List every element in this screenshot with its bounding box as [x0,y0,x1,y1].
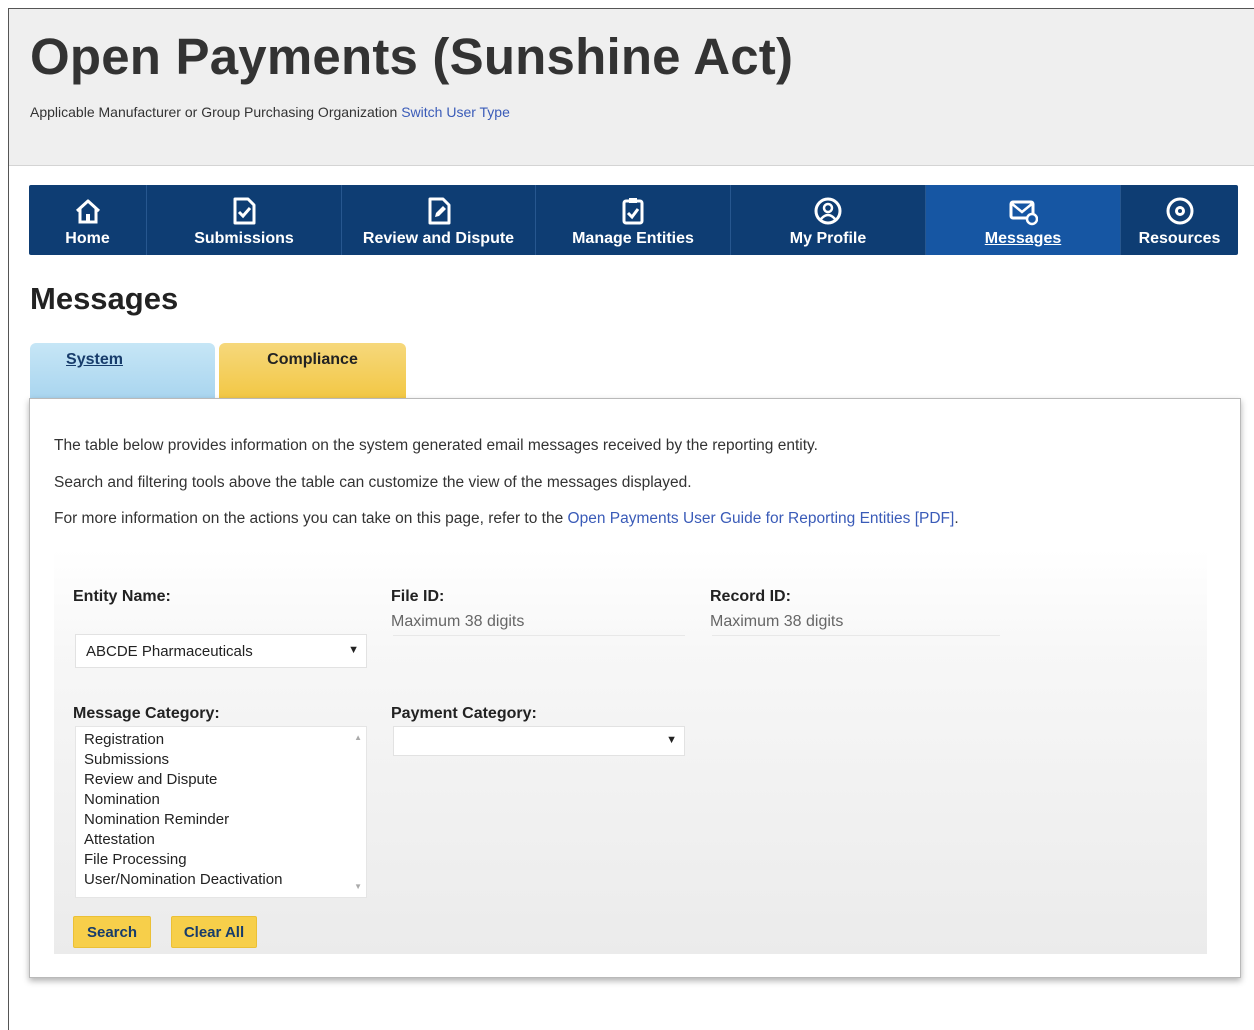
intro-line-2: Search and filtering tools above the tab… [54,474,692,491]
nav-label-manage-entities: Manage Entities [572,230,694,247]
entity-name-label: Entity Name: [73,588,171,605]
message-category-option[interactable]: File Processing [84,850,366,870]
nav-label-my-profile: My Profile [789,230,867,247]
nav-item-resources[interactable]: Resources [1121,185,1238,255]
nav-item-submissions[interactable]: Submissions [147,185,342,255]
nav-label-review-and-dispute: Review and Dispute [362,230,515,247]
user-type-line: Applicable Manufacturer or Group Purchas… [30,104,510,120]
tab-system[interactable]: System [30,343,215,399]
app-title: Open Payments (Sunshine Act) [30,28,794,85]
clipboard-check-icon [618,196,648,226]
record-id-hint: Maximum 38 digits [710,613,844,630]
nav-label-submissions: Submissions [194,230,294,247]
document-check-icon [229,196,259,226]
nav-item-review-and-dispute[interactable]: Review and Dispute [342,185,536,255]
intro-line-3-prefix: For more information on the actions you … [54,510,564,527]
message-category-listbox[interactable]: Registration Submissions Review and Disp… [75,726,367,898]
file-id-label: File ID: [391,588,445,605]
entity-name-select[interactable]: ABCDE Pharmaceuticals ▼ [75,634,367,668]
entity-name-value: ABCDE Pharmaceuticals [86,643,253,660]
message-category-option[interactable]: Nomination [84,790,366,810]
tab-system-label: System [66,351,123,368]
nav-label-resources: Resources [1138,230,1221,247]
search-button[interactable]: Search [73,916,151,948]
nav-item-my-profile[interactable]: My Profile [731,185,926,255]
home-icon [73,196,103,226]
message-category-option[interactable]: Nomination Reminder [84,810,366,830]
intro-line-1: The table below provides information on … [54,437,818,454]
envelope-icon [1008,196,1038,226]
chevron-down-icon: ▼ [348,644,359,656]
nav-item-manage-entities[interactable]: Manage Entities [536,185,731,255]
message-category-label: Message Category: [73,705,220,722]
nav-label-messages: Messages [984,230,1062,247]
chevron-down-icon: ▼ [666,734,677,746]
main-nav: Home Submissions Review and Dispute Mana… [29,185,1238,255]
tab-compliance-label: Compliance [267,351,358,368]
record-id-input[interactable] [712,635,1000,665]
user-type-text: Applicable Manufacturer or Group Purchas… [30,104,398,120]
message-category-option[interactable]: User/Nomination Deactivation [84,870,366,890]
nav-item-messages[interactable]: Messages [926,185,1121,255]
intro-line-3: For more information on the actions you … [54,510,959,528]
payment-category-select[interactable]: ▼ [393,726,685,756]
message-category-option[interactable]: Registration [84,730,366,750]
payment-category-label: Payment Category: [391,705,537,722]
document-edit-icon [424,196,454,226]
record-id-label: Record ID: [710,588,791,605]
message-category-option[interactable]: Submissions [84,750,366,770]
message-category-option[interactable]: Review and Dispute [84,770,366,790]
messages-panel: The table below provides information on … [29,398,1241,978]
nav-item-home[interactable]: Home [29,185,147,255]
switch-user-type-link[interactable]: Switch User Type [401,104,510,120]
site-header: Open Payments (Sunshine Act) Applicable … [9,9,1254,166]
file-id-input[interactable] [393,635,685,665]
scroll-up-icon[interactable]: ▲ [354,733,362,742]
user-guide-link[interactable]: Open Payments User Guide for Reporting E… [568,510,955,527]
intro-line-3-suffix: . [954,510,959,527]
scroll-down-icon[interactable]: ▼ [354,882,362,891]
user-circle-icon [813,196,843,226]
clear-all-button[interactable]: Clear All [171,916,257,948]
page-title: Messages [30,281,179,316]
file-id-hint: Maximum 38 digits [391,613,525,630]
nav-label-home: Home [65,230,110,247]
tab-compliance[interactable]: Compliance [219,343,406,399]
message-category-option[interactable]: Attestation [84,830,366,850]
gear-icon [1165,196,1195,226]
